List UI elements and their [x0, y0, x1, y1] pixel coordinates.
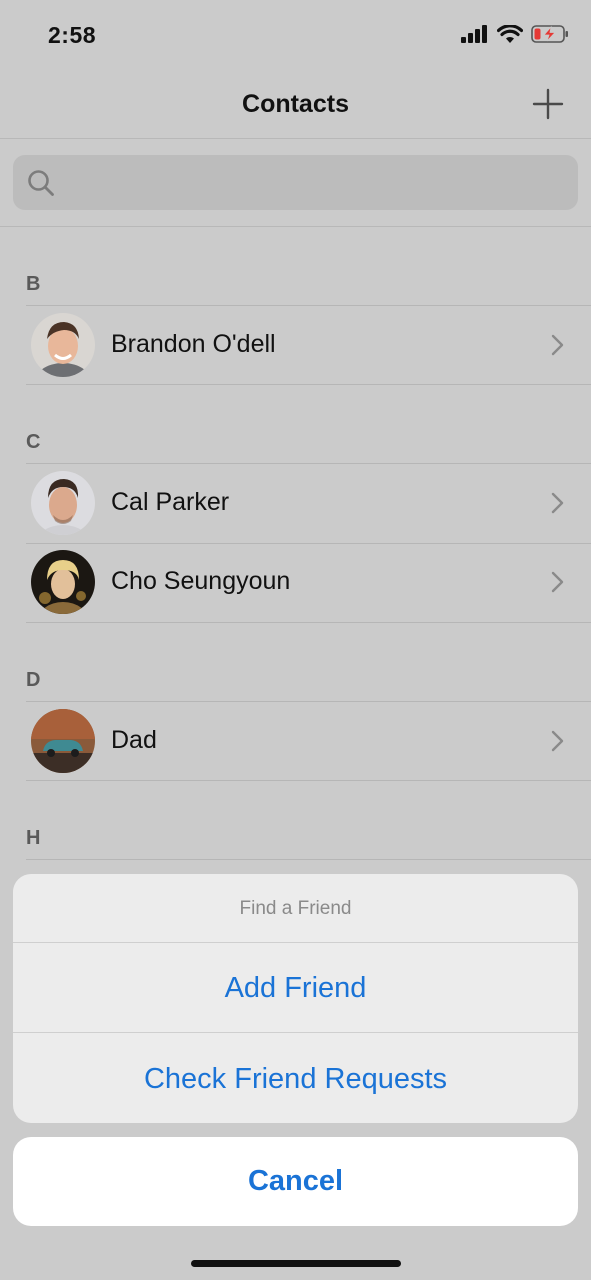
avatar	[31, 550, 95, 614]
divider	[26, 622, 591, 623]
add-contact-button[interactable]	[531, 87, 565, 121]
status-time: 2:58	[48, 22, 97, 48]
action-sheet: Find a Friend Add Friend Check Friend Re…	[13, 874, 578, 1123]
avatar	[31, 709, 95, 773]
contact-row-brandon-odell[interactable]: Brandon O'dell	[0, 306, 591, 385]
action-sheet-title: Find a Friend	[13, 874, 578, 943]
contact-name: Dad	[111, 726, 157, 754]
cancel-button[interactable]: Cancel	[13, 1137, 578, 1226]
avatar	[31, 471, 95, 535]
chevron-right-icon	[551, 492, 564, 514]
battery-charging-icon	[531, 25, 568, 43]
search-input[interactable]	[63, 155, 563, 210]
section-header-h: H	[26, 827, 41, 849]
chevron-right-icon	[551, 571, 564, 593]
divider	[26, 859, 591, 860]
search-icon	[28, 170, 54, 196]
status-bar: 2:58	[0, 0, 591, 70]
section-header-c: C	[26, 431, 41, 453]
check-friend-requests-button[interactable]: Check Friend Requests	[13, 1034, 578, 1123]
add-friend-button[interactable]: Add Friend	[13, 943, 578, 1033]
page-title: Contacts	[242, 90, 349, 118]
divider	[26, 384, 591, 385]
status-icons	[461, 24, 569, 44]
chevron-right-icon	[551, 730, 564, 752]
avatar	[31, 313, 95, 377]
search-area	[0, 139, 591, 227]
divider	[26, 780, 591, 781]
section-header-d: D	[26, 669, 41, 691]
plus-icon	[532, 88, 564, 120]
contact-name: Cal Parker	[111, 488, 230, 516]
nav-bar: Contacts	[0, 70, 591, 139]
wifi-icon	[497, 24, 523, 43]
contact-row-cho-seungyoun[interactable]: Cho Seungyoun	[0, 543, 591, 622]
contact-row-dad[interactable]: Dad	[0, 702, 591, 781]
chevron-right-icon	[551, 334, 564, 356]
search-bar[interactable]	[13, 155, 578, 210]
cellular-signal-icon	[461, 25, 487, 43]
contact-row-cal-parker[interactable]: Cal Parker	[0, 464, 591, 543]
contact-name: Cho Seungyoun	[111, 567, 291, 595]
contact-name: Brandon O'dell	[111, 330, 276, 358]
section-header-b: B	[26, 273, 41, 295]
home-indicator	[191, 1260, 401, 1267]
